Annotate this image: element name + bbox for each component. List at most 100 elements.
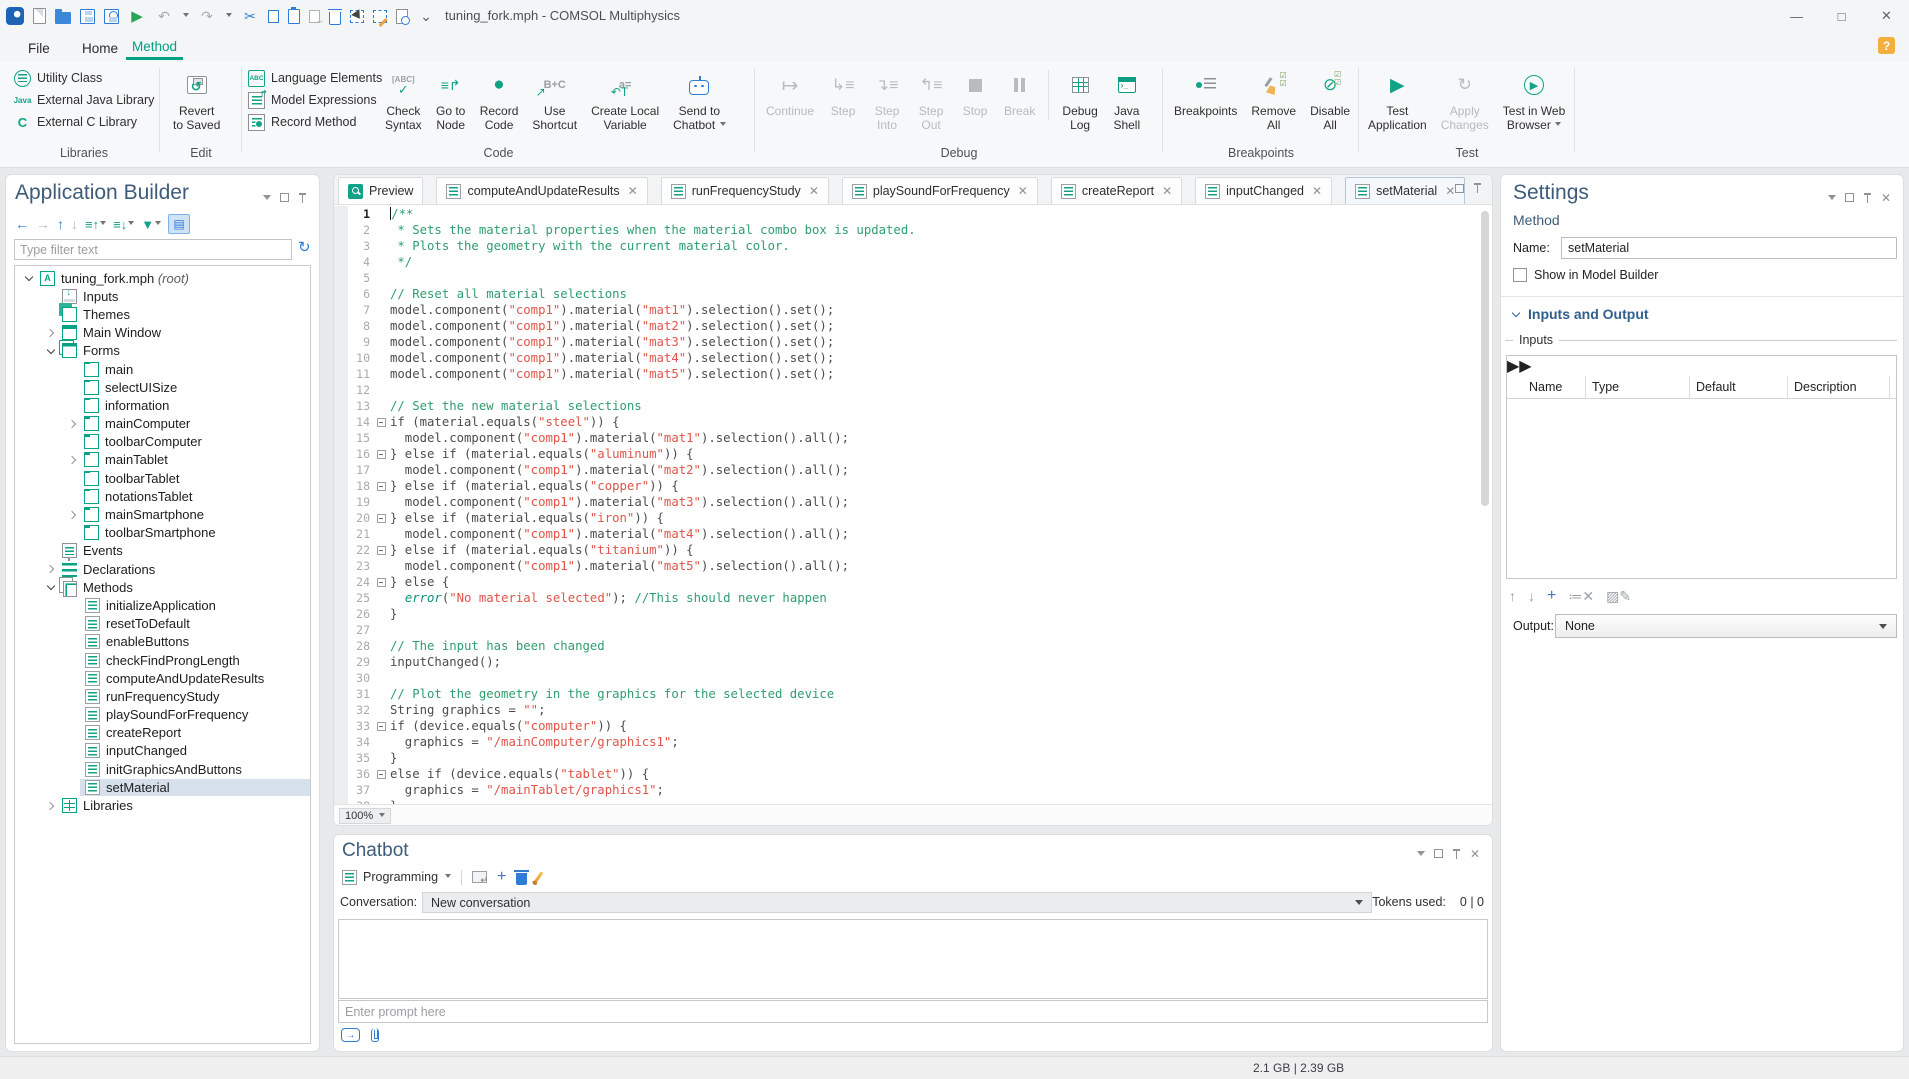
- chevron-collapsed-icon[interactable]: [43, 803, 58, 809]
- sort-ascending-icon[interactable]: ≡↑: [85, 217, 106, 232]
- tree-item-information[interactable]: information: [15, 396, 310, 414]
- name-input[interactable]: [1561, 237, 1897, 259]
- move-down-icon[interactable]: ↓: [71, 216, 78, 232]
- filter-input[interactable]: [14, 239, 292, 260]
- duplicate-icon[interactable]: [309, 10, 320, 23]
- utility-class-button[interactable]: Utility Class: [14, 68, 102, 88]
- clear-frame-icon[interactable]: [373, 10, 387, 23]
- tree-item-selectUISize[interactable]: selectUISize: [15, 378, 310, 396]
- use-shortcut-button[interactable]: B+C↗ Use Shortcut: [525, 66, 584, 134]
- editor-tab-computeAndUpdateResults[interactable]: computeAndUpdateResults✕: [436, 177, 647, 204]
- move-up-icon[interactable]: ↑: [1509, 588, 1516, 604]
- save-find-icon[interactable]: [104, 9, 119, 24]
- tree-item-Forms[interactable]: Forms: [15, 342, 310, 360]
- tree-item-Events[interactable]: Events: [15, 542, 310, 560]
- fold-icon[interactable]: [377, 578, 386, 587]
- close-button[interactable]: ✕: [1864, 0, 1909, 32]
- comsol-logo-icon[interactable]: [6, 7, 24, 25]
- delete-conversation-icon[interactable]: [516, 873, 527, 885]
- close-tab-icon[interactable]: ✕: [628, 184, 638, 198]
- chevron-expanded-icon[interactable]: [43, 349, 58, 353]
- model-expressions-button[interactable]: Model Expressions: [248, 90, 377, 110]
- column-header-type[interactable]: Type: [1586, 376, 1690, 398]
- select-frame-icon[interactable]: [350, 10, 364, 23]
- send-icon[interactable]: →: [341, 1028, 360, 1042]
- delete-icon[interactable]: [329, 12, 341, 25]
- editor-tab-createReport[interactable]: createReport✕: [1051, 177, 1182, 204]
- delete-input-icon[interactable]: ≔✕: [1568, 588, 1594, 605]
- tree-item-enableButtons[interactable]: enableButtons: [15, 633, 310, 651]
- fold-icon[interactable]: [377, 770, 386, 779]
- tree-item-createReport[interactable]: createReport: [15, 724, 310, 742]
- cut-icon[interactable]: ✂: [241, 7, 259, 25]
- disable-all-button[interactable]: ⊘☑☑ Disable All: [1303, 66, 1357, 134]
- send-code-to-editor-icon[interactable]: [472, 871, 487, 883]
- close-tab-icon[interactable]: ✕: [1018, 184, 1028, 198]
- tree-item-mainSmartphone[interactable]: mainSmartphone: [15, 505, 310, 523]
- output-select[interactable]: None: [1555, 614, 1897, 638]
- step-into-button[interactable]: ↴≡ Step Into: [865, 66, 909, 134]
- apply-changes-button[interactable]: ↻ Apply Changes: [1434, 66, 1496, 134]
- toolbar-overflow-icon[interactable]: ⌄: [417, 7, 435, 25]
- test-application-button[interactable]: ▶ Test Application: [1361, 66, 1434, 134]
- stop-button[interactable]: Stop: [953, 66, 997, 134]
- minimize-button[interactable]: —: [1774, 0, 1819, 32]
- record-code-button[interactable]: ● Record Code: [473, 66, 526, 134]
- break-button[interactable]: Break: [997, 66, 1042, 134]
- inputs-table[interactable]: ▶▶ NameTypeDefaultDescriptionUnit: [1506, 355, 1897, 579]
- fold-icon[interactable]: [377, 722, 386, 731]
- tree-item-mainComputer[interactable]: mainComputer: [15, 415, 310, 433]
- tab-home[interactable]: Home: [76, 36, 124, 60]
- language-elements-button[interactable]: ABC Language Elements: [248, 68, 382, 88]
- go-to-node-button[interactable]: ≡↱ Go to Node: [429, 66, 473, 134]
- float-icon[interactable]: [1434, 849, 1443, 858]
- float-icon[interactable]: [280, 193, 289, 202]
- editor-scrollbar[interactable]: [1481, 211, 1489, 506]
- fold-icon[interactable]: [377, 418, 386, 427]
- column-header-name[interactable]: Name: [1507, 376, 1586, 398]
- chevron-expanded-icon[interactable]: [21, 276, 36, 280]
- zoom-level-dropdown[interactable]: 100%: [339, 808, 391, 824]
- fold-icon[interactable]: [377, 450, 386, 459]
- tree-item-Themes[interactable]: Themes: [15, 305, 310, 323]
- chevron-collapsed-icon[interactable]: [43, 330, 58, 336]
- tree-item-mainTablet[interactable]: mainTablet: [15, 451, 310, 469]
- tree-item-computeAndUpdateResults[interactable]: computeAndUpdateResults: [15, 669, 310, 687]
- java-shell-button[interactable]: Java Shell: [1105, 66, 1149, 134]
- test-in-web-browser-button[interactable]: ▶ Test in Web Browser: [1496, 66, 1572, 134]
- pin-icon[interactable]: [1473, 183, 1482, 193]
- tree-item-checkFindProngLength[interactable]: checkFindProngLength: [15, 651, 310, 669]
- expand-columns-icon[interactable]: ▶▶: [1507, 358, 1532, 375]
- panel-menu-icon[interactable]: [1417, 851, 1425, 860]
- fold-icon[interactable]: [377, 514, 386, 523]
- undo-menu-icon[interactable]: [183, 13, 189, 20]
- float-icon[interactable]: [1845, 193, 1854, 202]
- prompt-input[interactable]: [338, 1000, 1488, 1023]
- debug-log-button[interactable]: Debug Log: [1055, 66, 1104, 134]
- redo-menu-icon[interactable]: [226, 13, 232, 20]
- tree-item-Declarations[interactable]: Declarations: [15, 560, 310, 578]
- close-tab-icon[interactable]: ✕: [809, 184, 819, 198]
- column-header-default[interactable]: Default: [1690, 376, 1788, 398]
- pin-icon[interactable]: [1452, 849, 1461, 859]
- pin-icon[interactable]: [298, 193, 307, 203]
- editor-tab-Preview[interactable]: Preview: [338, 177, 423, 204]
- editor-tab-setMaterial[interactable]: setMaterial✕: [1345, 177, 1465, 204]
- create-local-variable-button[interactable]: a=↶T Create Local Variable: [584, 66, 666, 134]
- back-arrow-icon[interactable]: ←: [15, 216, 29, 232]
- fold-icon[interactable]: [377, 546, 386, 555]
- edit-table-icon[interactable]: ▨✎: [1606, 588, 1631, 605]
- section-inputs-and-output[interactable]: Inputs and Output: [1513, 306, 1649, 322]
- redo-icon[interactable]: ↷: [198, 7, 216, 25]
- tree-item-initializeApplication[interactable]: initializeApplication: [15, 596, 310, 614]
- filter-funnel-icon[interactable]: ▼: [141, 217, 161, 232]
- toggle-report-view-icon[interactable]: ▤: [168, 214, 190, 234]
- tree-item-setMaterial[interactable]: setMaterial: [15, 778, 310, 796]
- pin-icon[interactable]: [1863, 193, 1872, 203]
- save-icon[interactable]: [80, 9, 95, 24]
- float-icon[interactable]: [1455, 184, 1464, 193]
- send-to-chatbot-button[interactable]: Send to Chatbot: [666, 66, 732, 134]
- editor-tab-runFrequencyStudy[interactable]: runFrequencyStudy✕: [661, 177, 829, 204]
- check-syntax-button[interactable]: [ABC]✓ Check Syntax: [378, 66, 429, 134]
- tree-item-resetToDefault[interactable]: resetToDefault: [15, 615, 310, 633]
